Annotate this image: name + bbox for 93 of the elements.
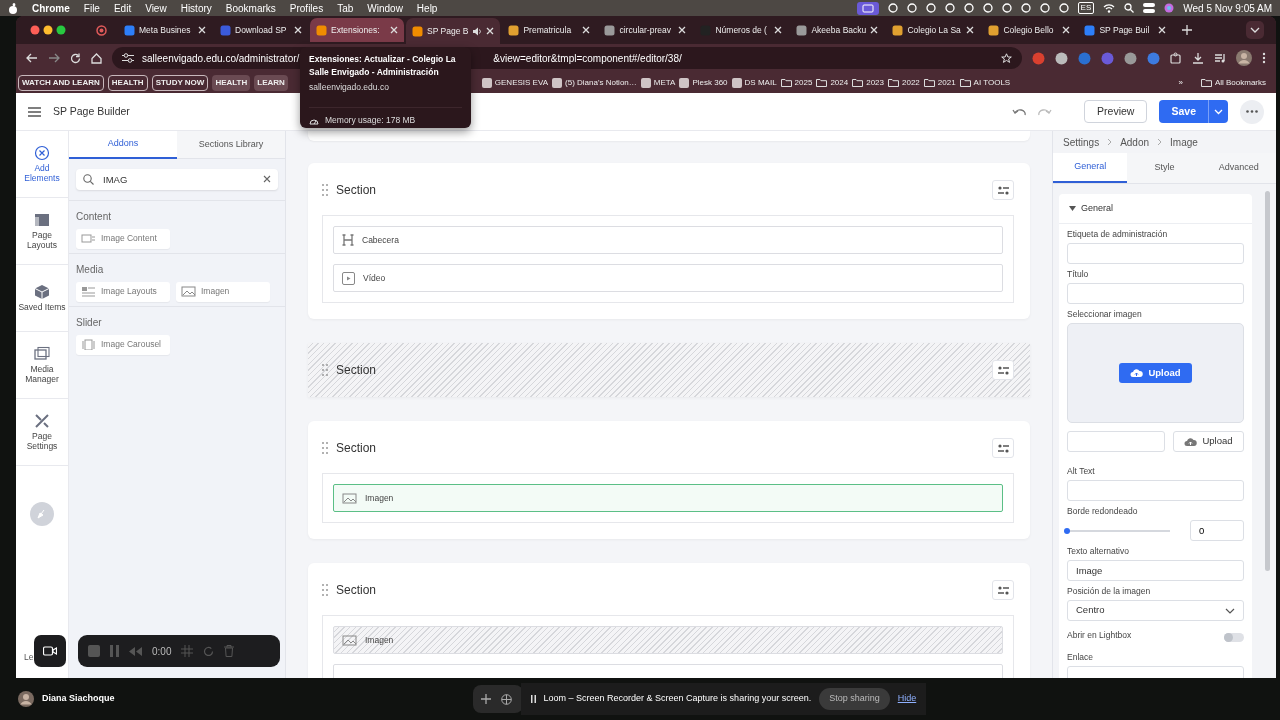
bookmark[interactable]: 2023	[852, 76, 884, 89]
timer: 0:00	[152, 644, 172, 659]
overflow-chevron[interactable]: »	[1178, 76, 1183, 89]
section-title: Section	[336, 182, 378, 199]
bookmark[interactable]: 2025	[780, 76, 813, 89]
panel-tab[interactable]: Addons	[69, 131, 177, 159]
element-tile[interactable]: Image Carousel	[76, 334, 170, 355]
browser-tab[interactable]: Colegio Bello	[982, 18, 1077, 42]
browser-tab[interactable]: Meta Busines	[118, 18, 212, 42]
select-field[interactable]: Centro	[1067, 600, 1244, 621]
group-heading: Media	[76, 262, 105, 277]
browser-tab[interactable]: Colegio La Sa	[886, 18, 981, 42]
section-title: Section	[336, 582, 378, 599]
stop-sharing-button[interactable]: Stop sharing	[819, 688, 890, 710]
field-label: Posición de la imagen	[1067, 586, 1152, 597]
bookmark[interactable]: 2024	[816, 76, 849, 89]
browser-tab[interactable]: Akeeba Backu	[790, 18, 885, 42]
browser-tab[interactable]: SP Page Buil	[1078, 18, 1173, 42]
group-heading: Content	[76, 209, 113, 224]
menu-item[interactable]: History	[180, 0, 212, 16]
browser-tab[interactable]: Prematricula	[502, 18, 597, 42]
bookmark[interactable]: GENESIS EVA	[481, 76, 548, 89]
upload-button[interactable]: Upload	[1173, 431, 1244, 452]
field-label: Seleccionar imagen	[1067, 309, 1143, 320]
field-label: Abrir en Lightbox	[1067, 630, 1132, 641]
field-label: Título	[1067, 269, 1090, 280]
breadcrumb-item: Image	[1170, 135, 1198, 150]
app-title: SP Page Builder	[53, 103, 130, 119]
menu-item[interactable]: Profiles	[289, 0, 324, 16]
field-label: Alt Text	[1067, 466, 1096, 477]
hide-link[interactable]: Hide	[897, 692, 917, 706]
addon-row[interactable]: Cabecera	[333, 226, 1003, 254]
upload-button[interactable]: Upload	[1119, 362, 1192, 384]
bookmark[interactable]: 2021	[923, 76, 956, 89]
bookmark[interactable]: Plesk 360	[679, 76, 728, 89]
element-tile[interactable]: Image Layouts	[76, 281, 170, 302]
browser-tab[interactable]: SP Page B	[406, 18, 501, 44]
bookmark[interactable]: META	[640, 76, 676, 89]
preview-button[interactable]: Preview	[1084, 99, 1148, 124]
save-button[interactable]: Save	[1159, 100, 1208, 123]
bookmark[interactable]: DS MAIL	[731, 76, 777, 89]
breadcrumb-item[interactable]: Addon	[1120, 134, 1150, 150]
menu-item[interactable]: Chrome	[32, 0, 70, 16]
field-label: Borde redondeado	[1067, 506, 1139, 517]
search-box[interactable]: IMAG	[76, 168, 278, 190]
addon-row[interactable]: Vídeo	[333, 264, 1003, 292]
menu-item[interactable]: File	[83, 0, 100, 16]
addon-row[interactable]: Imagen	[333, 484, 1003, 512]
bookmark-chip[interactable]: STUDY NOW	[151, 74, 209, 91]
section-title: Section	[336, 362, 378, 379]
field-label: Etiqueta de administración	[1067, 229, 1169, 240]
select-value: Centro	[1076, 603, 1105, 618]
search-field[interactable]: IMAG	[101, 169, 256, 189]
bookmark-chip[interactable]: LEARN	[254, 74, 288, 91]
group-toggle[interactable]: General	[1059, 193, 1252, 224]
browser-tab[interactable]: Extensiones:	[310, 18, 404, 42]
user-name: Diana Siachoque	[42, 692, 115, 706]
bookmark-chip[interactable]: HEALTH	[212, 74, 251, 91]
bookmark-chip[interactable]: WATCH AND LEARN	[18, 74, 104, 91]
menu-item[interactable]: Bookmarks	[225, 0, 276, 16]
text-field[interactable]: Image	[1067, 560, 1244, 581]
image-dropzone[interactable]: Upload	[1067, 323, 1244, 423]
tooltip-title: Extensiones: Actualizar - Colegio La Salle Envigado - Administración	[309, 53, 457, 79]
field-label: Enlace	[1067, 652, 1094, 663]
sharing-message: Loom – Screen Recorder & Screen Capture is sharing your screen.	[543, 692, 812, 706]
settings-tab[interactable]: General	[1053, 153, 1128, 183]
element-tile[interactable]: Image Content	[76, 228, 170, 249]
browser-tab[interactable]: circular-preav	[598, 18, 693, 42]
browser-tab[interactable]: Números de (	[694, 18, 789, 42]
breadcrumb-item[interactable]: Settings	[1063, 134, 1100, 150]
bookmark[interactable]: AI TOOLS	[959, 76, 1011, 89]
clock[interactable]: Wed 5 Nov 9:05 AM	[1183, 0, 1272, 16]
menu-item[interactable]: Tab	[337, 0, 354, 16]
url-text[interactable]: salleenvigado.edu.co/administrator/	[142, 50, 300, 66]
input-source[interactable]: ES	[1077, 2, 1095, 14]
section-title: Section	[336, 440, 378, 457]
menu-item[interactable]: Help	[416, 0, 438, 16]
menu-item[interactable]: Edit	[113, 0, 132, 16]
browser-tab[interactable]: Download SP	[214, 18, 308, 42]
menu-item[interactable]: View	[145, 0, 167, 16]
field-label: Texto alternativo	[1067, 546, 1130, 557]
bookmark[interactable]: All Bookmarks	[1200, 76, 1266, 89]
group-heading: Slider	[76, 315, 103, 330]
tooltip-url: salleenvigado.edu.co	[309, 80, 390, 94]
element-tile[interactable]: Imagen	[176, 281, 270, 302]
bookmark[interactable]: 2022	[888, 76, 920, 89]
memory-usage: Memory usage: 178 MB	[325, 114, 416, 127]
url-text[interactable]: &view=editor&tmpl=component#/editor/38/	[493, 50, 682, 66]
sidebar-text: Le	[23, 651, 35, 665]
bookmark-chip[interactable]: HEALTH	[107, 74, 148, 91]
bookmark[interactable]: (5) Diana's Notion…	[552, 76, 637, 89]
menu-item[interactable]: Window	[367, 0, 403, 16]
number-field[interactable]: 0	[1190, 520, 1244, 541]
